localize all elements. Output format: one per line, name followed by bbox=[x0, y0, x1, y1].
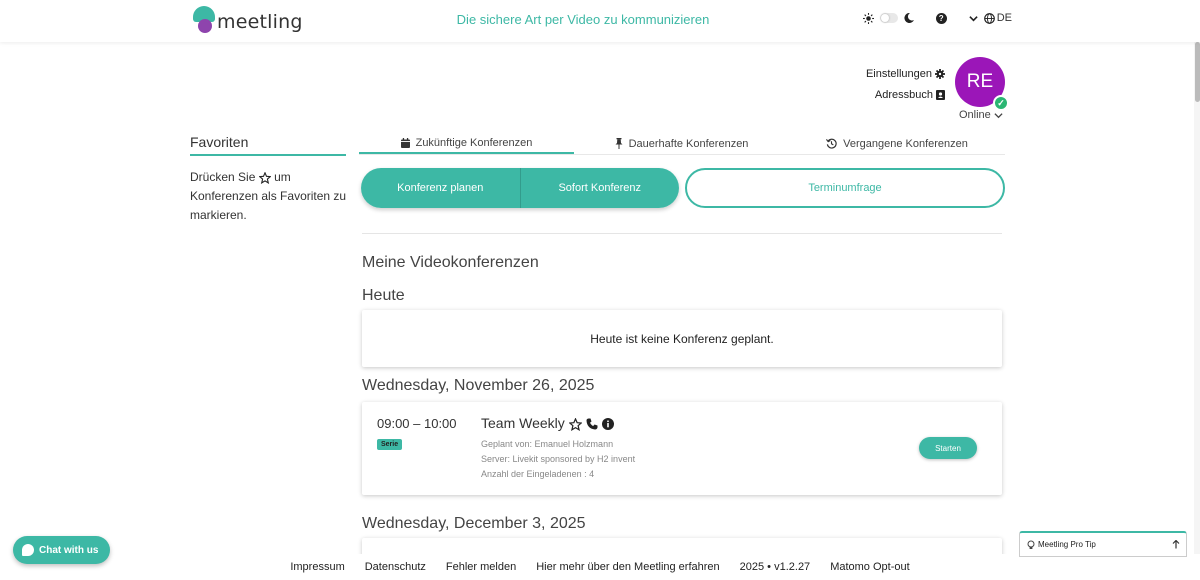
addressbook-link[interactable]: Adressbuch bbox=[866, 85, 945, 106]
date-heading: Wednesday, November 26, 2025 bbox=[362, 377, 595, 394]
footer-link-report-bug[interactable]: Fehler melden bbox=[446, 561, 516, 573]
planned-by: Geplant von: Emanuel Holzmann bbox=[481, 439, 614, 449]
footer-link-impressum[interactable]: Impressum bbox=[290, 561, 344, 573]
conference-tabs: Zukünftige Konferenzen Dauerhafte Konfer… bbox=[359, 133, 1005, 155]
chat-bubble-icon bbox=[22, 544, 34, 556]
lightbulb-icon bbox=[1026, 540, 1036, 550]
scrollbar-thumb[interactable] bbox=[1195, 42, 1200, 102]
divider bbox=[362, 233, 1002, 234]
conference-title-row: Team Weekly bbox=[481, 415, 614, 431]
footer-link-matomo[interactable]: Matomo Opt-out bbox=[830, 561, 909, 573]
today-heading: Heute bbox=[362, 287, 405, 304]
conference-actions: Konferenz planen Sofort Konferenz bbox=[361, 168, 679, 208]
arrow-up-icon[interactable] bbox=[1172, 540, 1180, 549]
user-links: Einstellungen Adressbuch bbox=[866, 64, 945, 106]
instant-conference-button[interactable]: Sofort Konferenz bbox=[519, 168, 679, 208]
plan-conference-button[interactable]: Konferenz planen bbox=[361, 168, 520, 208]
server-info: Server: Livekit sponsored by H2 invent bbox=[481, 454, 636, 464]
history-icon bbox=[826, 138, 837, 150]
chevron-down-icon bbox=[994, 109, 1003, 121]
favorites-title: Favoriten bbox=[190, 134, 346, 156]
settings-label: Einstellungen bbox=[865, 68, 932, 80]
conference-card[interactable]: 09:00 – 10:00 Serie Team Weekly Geplant … bbox=[362, 402, 1002, 495]
moon-icon bbox=[904, 12, 914, 24]
star-icon bbox=[258, 170, 274, 184]
tab-future[interactable]: Zukünftige Konferenzen bbox=[359, 133, 574, 154]
status-selector[interactable]: Online bbox=[959, 109, 1003, 121]
pro-tip-header: Meetling Pro Tip bbox=[1026, 540, 1096, 550]
addressbook-icon bbox=[936, 85, 945, 106]
conference-title: Team Weekly bbox=[481, 415, 565, 431]
phone-icon bbox=[586, 415, 598, 431]
today-empty-text: Heute ist keine Konferenz geplant. bbox=[590, 331, 774, 346]
footer: Impressum Datenschutz Fehler melden Hier… bbox=[0, 554, 1200, 580]
tab-past-label: Vergangene Konferenzen bbox=[843, 137, 968, 150]
conference-time: 09:00 – 10:00 bbox=[377, 416, 457, 431]
settings-link[interactable]: Einstellungen bbox=[866, 64, 945, 85]
tab-permanent[interactable]: Dauerhafte Konferenzen bbox=[574, 133, 789, 154]
start-button[interactable]: Starten bbox=[919, 437, 977, 459]
chat-button[interactable]: Chat with us bbox=[13, 536, 110, 564]
help-icon[interactable]: ? bbox=[935, 12, 947, 24]
theme-toggle[interactable] bbox=[879, 13, 898, 23]
tab-future-label: Zukünftige Konferenzen bbox=[415, 136, 533, 149]
pro-tip-label: Meetling Pro Tip bbox=[1038, 540, 1096, 549]
footer-link-privacy[interactable]: Datenschutz bbox=[365, 561, 426, 573]
gear-icon bbox=[935, 64, 945, 85]
date-heading: Wednesday, December 3, 2025 bbox=[362, 515, 586, 532]
page-title: Meine Videokonferenzen bbox=[362, 254, 539, 271]
status-label: Online bbox=[959, 109, 991, 121]
language-selector[interactable]: DE bbox=[997, 12, 1012, 24]
today-empty-card: Heute ist keine Konferenz geplant. bbox=[362, 310, 1002, 367]
poll-button[interactable]: Terminumfrage bbox=[685, 168, 1005, 208]
pro-tip-panel[interactable]: Meetling Pro Tip bbox=[1019, 531, 1187, 557]
header-controls: ? DE bbox=[862, 12, 1012, 24]
addressbook-label: Adressbuch bbox=[874, 89, 933, 101]
conference-meta: Geplant von: Emanuel Holzmann Server: Li… bbox=[481, 437, 635, 482]
pin-icon bbox=[615, 138, 623, 150]
hint-prefix: Drücken Sie bbox=[190, 170, 256, 184]
chat-label: Chat with us bbox=[39, 544, 99, 556]
series-badge: Serie bbox=[377, 439, 403, 450]
sun-icon bbox=[862, 12, 874, 24]
globe-icon[interactable] bbox=[983, 12, 995, 24]
info-icon[interactable] bbox=[601, 415, 614, 431]
star-icon[interactable] bbox=[568, 415, 582, 431]
chevron-down-icon[interactable] bbox=[969, 12, 978, 24]
tab-past[interactable]: Vergangene Konferenzen bbox=[789, 133, 1005, 154]
calendar-icon bbox=[400, 137, 410, 149]
footer-version: 2025 • v1.2.27 bbox=[739, 561, 811, 573]
footer-link-about[interactable]: Hier mehr über den Meetling erfahren bbox=[536, 561, 719, 573]
tab-permanent-label: Dauerhafte Konferenzen bbox=[628, 137, 749, 150]
favorites-hint: Drücken Sie um Konferenzen als Favoriten… bbox=[190, 168, 350, 225]
top-bar: meetling Die sichere Art per Video zu ko… bbox=[0, 0, 1200, 42]
scrollbar-track[interactable] bbox=[1194, 42, 1200, 580]
invitee-count: Anzahl der Eingeladenen : 4 bbox=[481, 469, 595, 479]
